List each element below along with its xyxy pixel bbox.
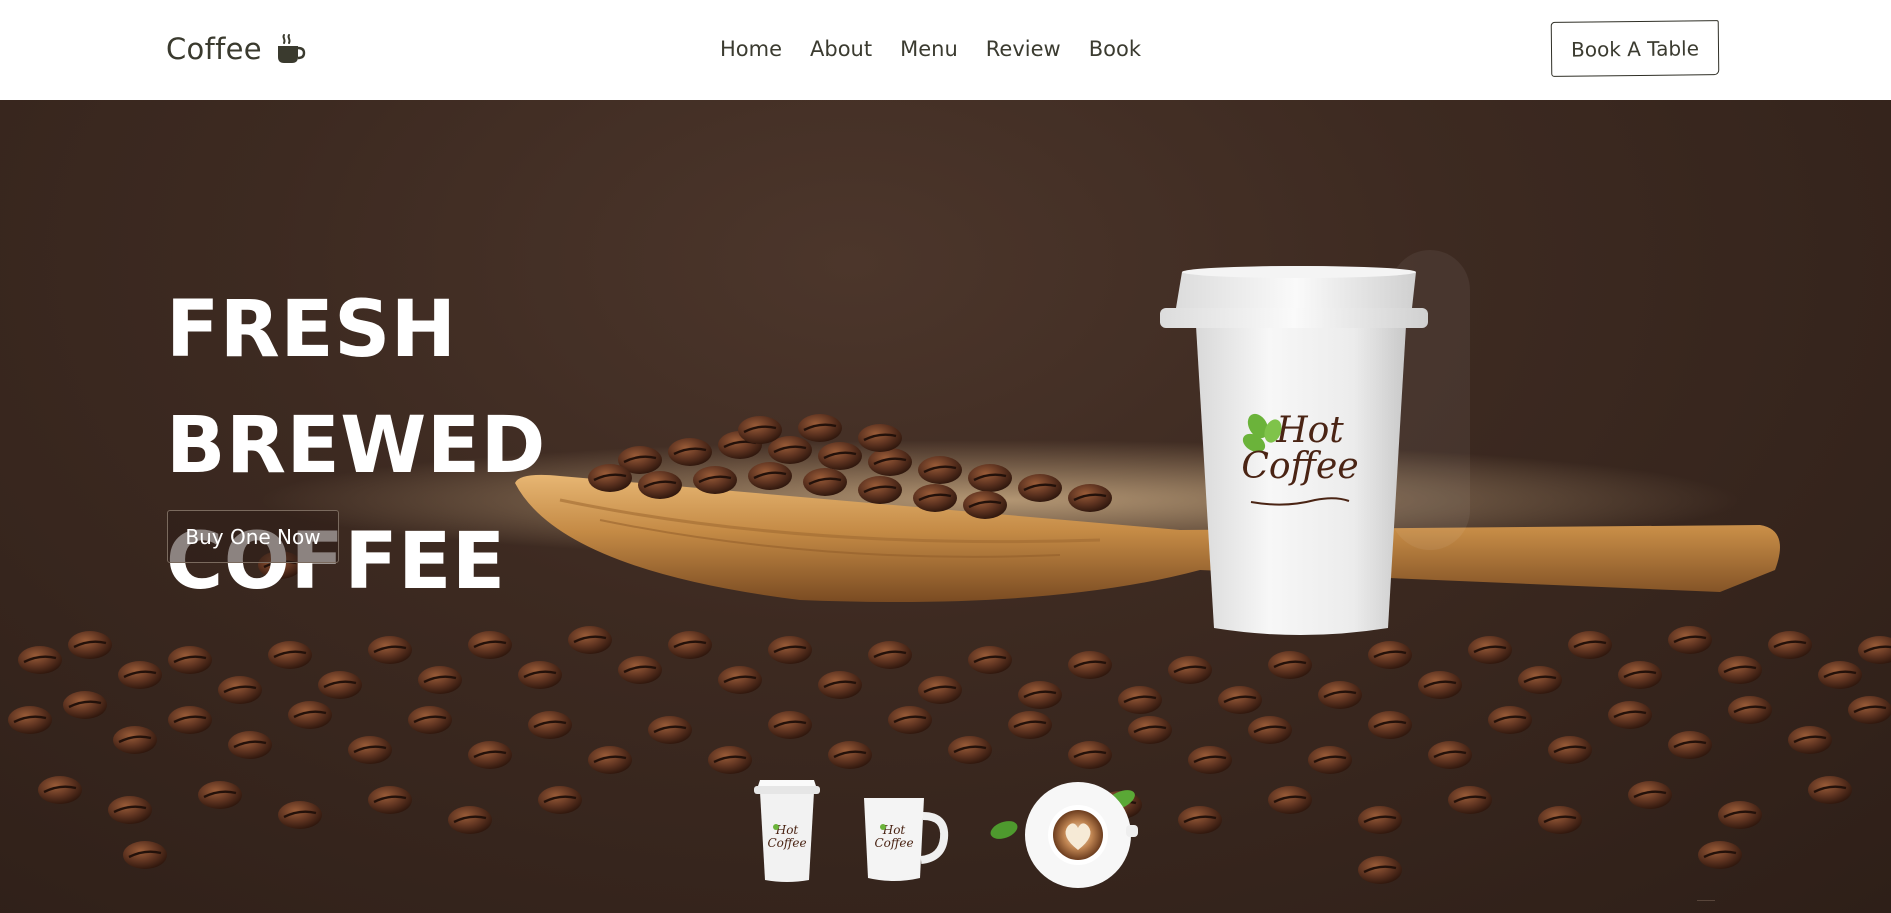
buy-one-now-button[interactable]: Buy One Now <box>167 510 339 563</box>
hero-headline: FRESH BREWED COFFEE <box>166 272 806 620</box>
nav-menu[interactable]: Menu <box>900 37 958 61</box>
coffee-cup-icon <box>277 34 306 63</box>
nav-review[interactable]: Review <box>986 37 1061 61</box>
nav-about[interactable]: About <box>810 37 872 61</box>
site-logo[interactable]: Coffee <box>166 30 306 68</box>
latte-art-cup-thumbnail[interactable] <box>988 780 1138 890</box>
mug-thumbnail[interactable]: Hot Coffee <box>858 794 950 884</box>
headline-line1: FRESH BREWED <box>166 285 546 491</box>
main-nav: Home About Menu Review Book <box>720 34 1141 64</box>
cup-logo-line2: Coffee <box>1241 446 1359 487</box>
svg-text:Coffee: Coffee <box>874 836 913 850</box>
book-a-table-button[interactable]: Book A Table <box>1550 20 1720 77</box>
nav-book[interactable]: Book <box>1089 37 1141 61</box>
site-header: Coffee Home About Menu Review Book Book … <box>0 0 1891 100</box>
hero-section: Hot Coffee FRESH BREWED COFFEE Buy One N… <box>0 100 1891 913</box>
logo-text: Coffee <box>166 32 262 66</box>
cup-logo-swash <box>1250 497 1350 506</box>
svg-text:Coffee: Coffee <box>767 836 806 850</box>
nav-home[interactable]: Home <box>720 37 782 61</box>
cup-logo-line1: Hot <box>1276 410 1344 451</box>
product-thumbnails: Hot Coffee Hot Coffee <box>740 780 1140 900</box>
paper-cup-thumbnail[interactable]: Hot Coffee <box>752 780 822 884</box>
scroll-indicator <box>1697 900 1715 910</box>
cup-logo: Hot Coffee <box>1240 413 1360 521</box>
